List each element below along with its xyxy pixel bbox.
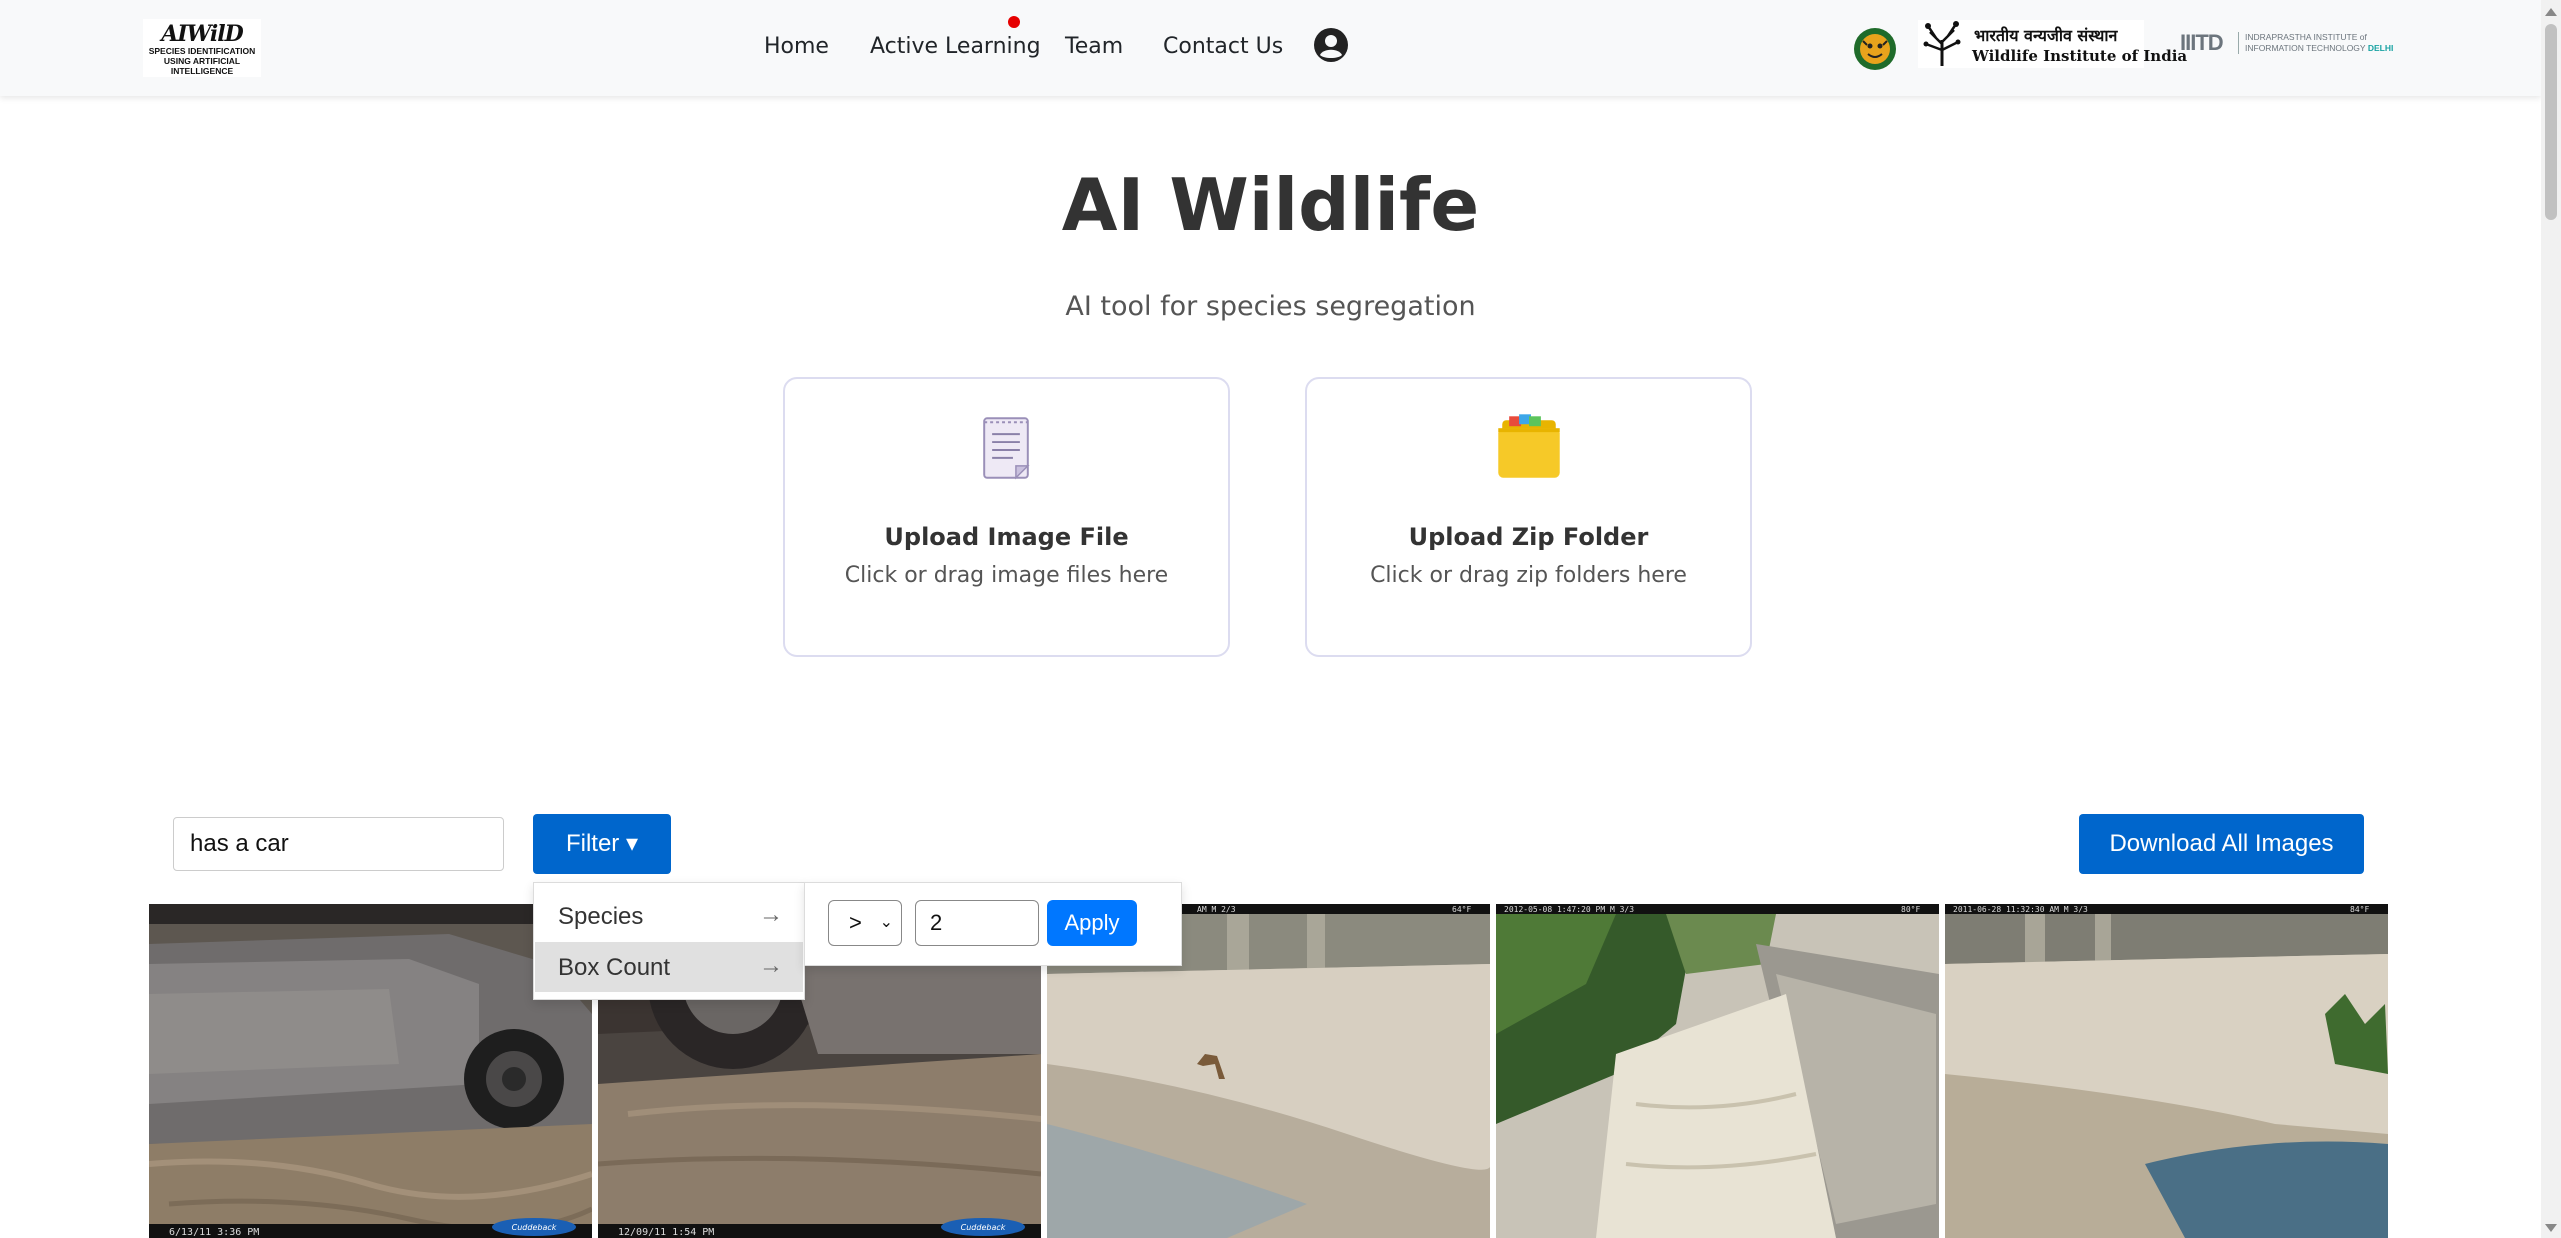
page-scrollbar[interactable] (2541, 0, 2561, 1238)
box-count-input[interactable]: 2 (915, 900, 1039, 946)
page-title: AI Wildlife (1061, 163, 1480, 247)
arrow-right-icon: → (759, 901, 783, 928)
gallery-image[interactable]: 2012-05-08 1:47:20 PM M 3/3 80°F (1496, 904, 1939, 1238)
scroll-up-icon[interactable] (2545, 8, 2557, 16)
scroll-down-icon[interactable] (2545, 1224, 2557, 1232)
image-temperature: 84°F (2350, 905, 2369, 914)
upload-image-desc: Click or drag image files here (844, 563, 1169, 588)
operator-select[interactable]: > ⌄ (828, 900, 902, 946)
nav-team[interactable]: Team (1065, 32, 1123, 62)
gallery-image[interactable]: 6/13/11 3:36 PM Cuddeback (149, 904, 592, 1238)
filter-option-species[interactable]: Species → (535, 891, 803, 941)
notification-dot (1008, 16, 1020, 28)
tree-emblem-icon (1923, 21, 1961, 66)
upload-zip-card[interactable]: Upload Zip Folder Click or drag zip fold… (1305, 377, 1752, 657)
tiger-emblem-icon (1854, 28, 1896, 70)
document-icon (983, 417, 1030, 480)
box-count-panel: > ⌄ 2 Apply (804, 882, 1182, 966)
user-circle-icon[interactable] (1313, 27, 1349, 63)
arrow-right-icon: → (759, 952, 783, 979)
gallery-image[interactable]: 2011-06-28 11:32:30 AM M 3/3 84°F (1945, 904, 2388, 1238)
search-input[interactable] (173, 817, 504, 871)
operator-value: > (849, 910, 862, 935)
brand-logo[interactable]: AIWilD SPECIES IDENTIFICATION USING ARTI… (143, 19, 261, 77)
upload-image-title: Upload Image File (884, 523, 1129, 551)
image-timestamp: 6/13/11 3:36 PM (169, 1227, 259, 1238)
image-timestamp: 2012-05-08 1:47:20 PM M 3/3 (1504, 905, 1634, 914)
filter-option-label: Species (558, 903, 644, 930)
apply-button[interactable]: Apply (1047, 900, 1137, 946)
brand-tagline-1: SPECIES IDENTIFICATION (148, 46, 256, 56)
download-all-button[interactable]: Download All Images (2079, 814, 2364, 874)
brand-tagline-2: USING ARTIFICIAL INTELLIGENCE (163, 56, 241, 76)
image-temperature: 64°F (1452, 905, 1471, 914)
upload-zip-desc: Click or drag zip folders here (1370, 563, 1687, 588)
folder-icon (1498, 414, 1560, 478)
filter-button[interactable]: Filter ▾ (533, 814, 671, 874)
iiitd-line-1: INDRAPRASTHA INSTITUTE of (2245, 32, 2367, 42)
camera-brand-badge: Cuddeback (961, 1223, 1006, 1232)
brand-name: AIWilD (161, 21, 243, 47)
filter-menu: Species → Box Count → (533, 882, 805, 1000)
filter-option-label: Box Count (558, 954, 671, 981)
upload-zip-title: Upload Zip Folder (1408, 523, 1649, 551)
filter-option-box-count[interactable]: Box Count → (535, 942, 803, 992)
image-timestamp: 12/09/11 1:54 PM (618, 1227, 714, 1238)
iiitd-city: DELHI (2367, 43, 2394, 53)
chevron-down-icon: ⌄ (879, 914, 893, 931)
image-temperature: 80°F (1901, 905, 1920, 914)
nav-contact-us[interactable]: Contact Us (1163, 32, 1283, 62)
page-subtitle: AI tool for species segregation (1065, 291, 1476, 322)
image-timestamp: 2011-06-28 11:32:30 AM M 3/3 (1953, 905, 2088, 914)
navbar: AIWilD SPECIES IDENTIFICATION USING ARTI… (0, 0, 2541, 96)
camera-brand-badge: Cuddeback (512, 1223, 557, 1232)
wii-hindi-name: भारतीय वन्यजीव संस्थान (1974, 26, 2118, 45)
iiitd-logo: IIITD INDRAPRASTHA INSTITUTE of INFORMAT… (2180, 30, 2393, 60)
wii-english-name: Wildlife Institute of India (1972, 47, 2188, 65)
wii-logo: भारतीय वन्यजीव संस्थान Wildlife Institut… (1918, 20, 2187, 68)
image-timestamp: AM M 2/3 (1197, 905, 1236, 914)
nav-active-learning[interactable]: Active Learning (870, 32, 1041, 62)
iiitd-line-2: INFORMATION TECHNOLOGY (2245, 43, 2366, 53)
nav-home[interactable]: Home (764, 32, 829, 62)
iiitd-mark: IIITD (2180, 30, 2224, 55)
upload-image-card[interactable]: Upload Image File Click or drag image fi… (783, 377, 1230, 657)
scrollbar-thumb[interactable] (2545, 24, 2557, 220)
